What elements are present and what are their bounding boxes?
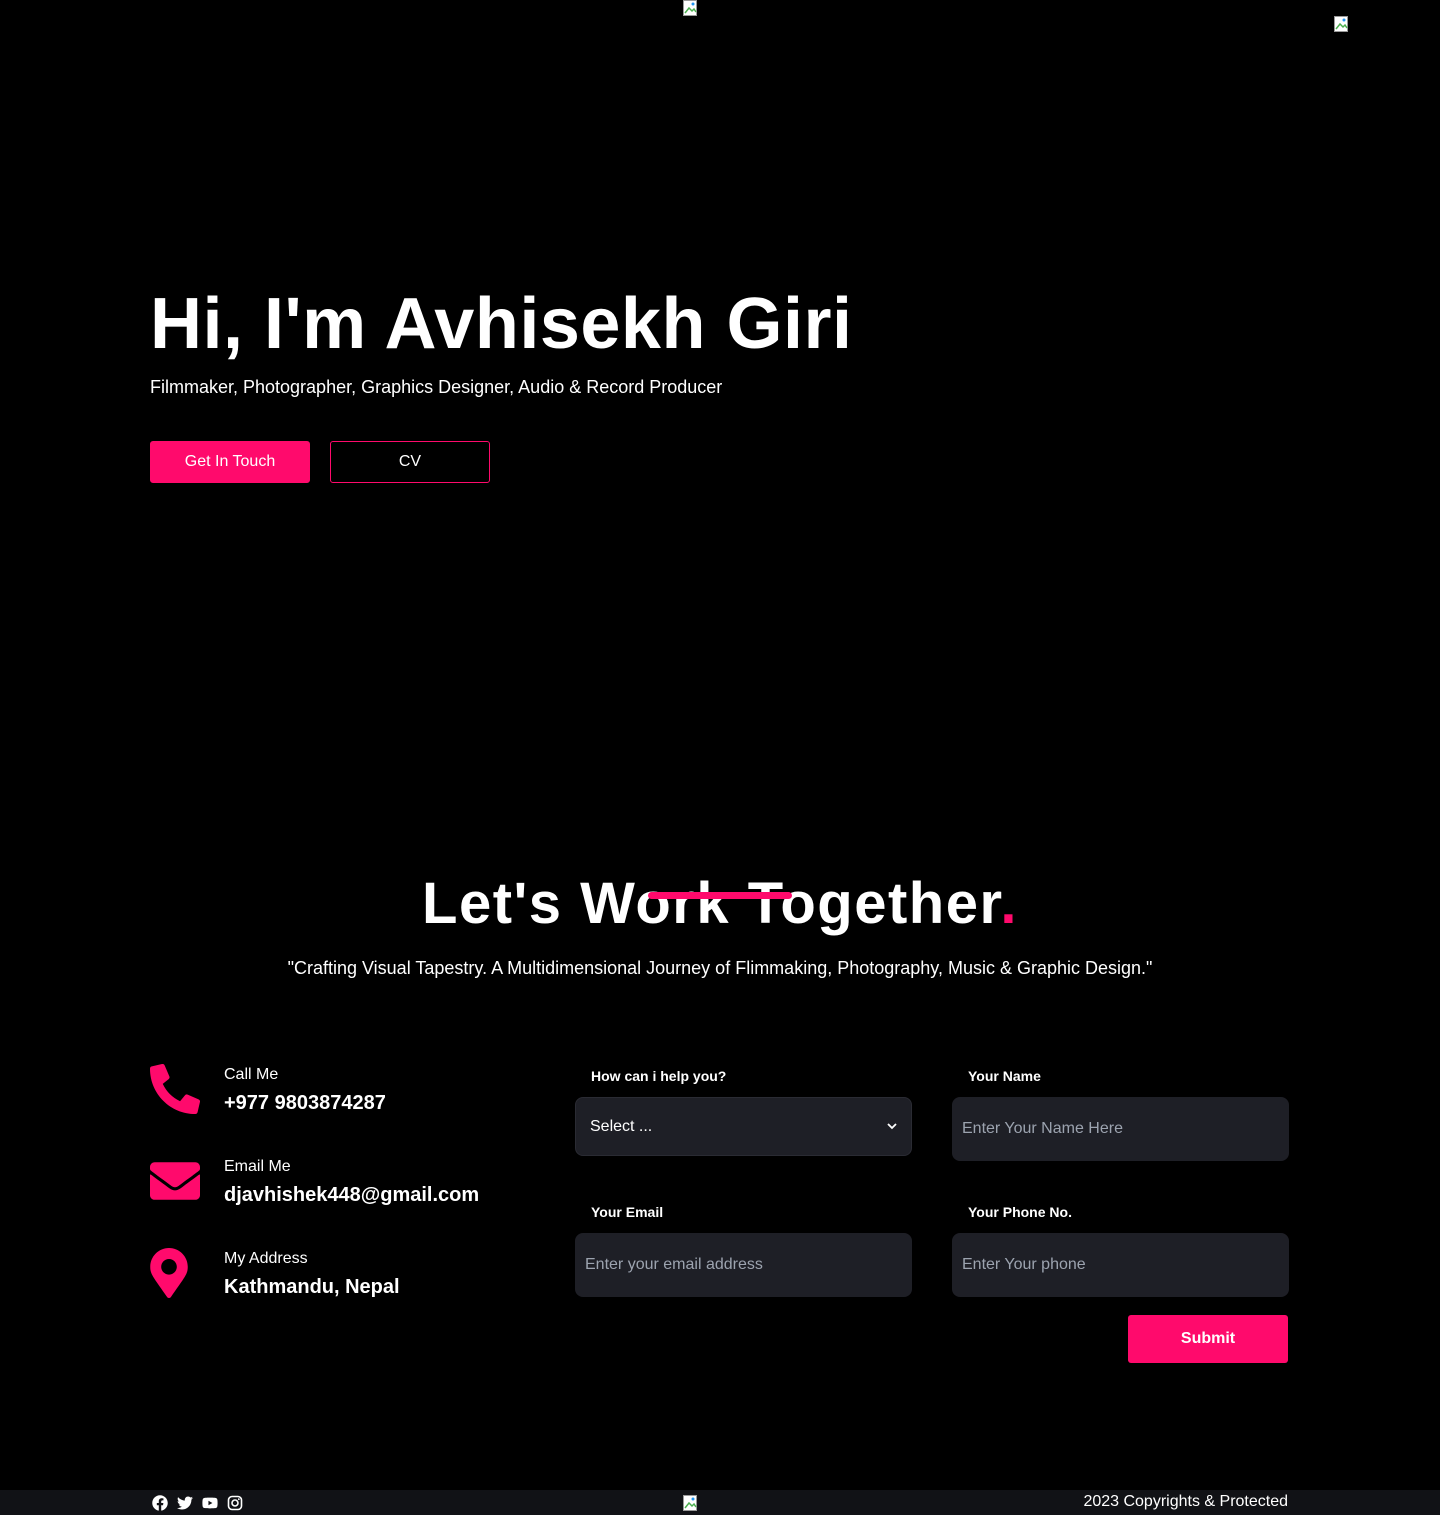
hero-title: Hi, I'm Avhisekh Giri [150, 284, 853, 364]
envelope-icon [150, 1154, 224, 1246]
get-in-touch-button[interactable]: Get In Touch [150, 441, 310, 483]
cv-button[interactable]: CV [330, 441, 490, 483]
help-field: How can i help you? Select ... [575, 1068, 912, 1156]
phone-label: Your Phone No. [968, 1204, 1072, 1220]
phone-input[interactable] [952, 1233, 1289, 1297]
email-input[interactable] [575, 1233, 912, 1297]
address-label: My Address [224, 1250, 308, 1267]
email-me-label: Email Me [224, 1158, 291, 1175]
email-field: Your Email [575, 1204, 912, 1297]
chevron-down-icon [887, 1118, 897, 1136]
work-tagline: "Crafting Visual Tapestry. A Multidimens… [287, 958, 1153, 978]
phone-field: Your Phone No. [952, 1204, 1289, 1297]
contact-address-row: My Address Kathmandu, Nepal [150, 1246, 530, 1338]
hero-roles: Filmmaker, Photographer, Graphics Design… [150, 377, 723, 397]
twitter-icon[interactable] [177, 1495, 193, 1511]
menu-toggle-image[interactable] [1334, 16, 1350, 32]
hero-buttons: Get In Touch CV [150, 441, 1050, 483]
name-label: Your Name [968, 1068, 1041, 1084]
copyright-text: 2023 Copyrights & Protected [1083, 1493, 1288, 1510]
work-together-title: Let's Work Together. [0, 868, 1440, 940]
submit-button[interactable]: Submit [1128, 1315, 1288, 1363]
address-value: Kathmandu, Nepal [224, 1276, 400, 1298]
contact-info: Call Me +977 9803874287 Email Me djavhis… [150, 1062, 530, 1338]
hero-section: Hi, I'm Avhisekh Giri Filmmaker, Photogr… [150, 283, 1050, 483]
contact-phone-row: Call Me +977 9803874287 [150, 1062, 530, 1154]
work-together-title-text: Let's Work Together [422, 871, 1001, 936]
help-select[interactable]: Select ... [575, 1097, 912, 1156]
name-input[interactable] [952, 1097, 1289, 1161]
title-accent-bar [648, 892, 792, 899]
name-field: Your Name [952, 1068, 1289, 1161]
map-pin-icon [150, 1246, 224, 1338]
email-address[interactable]: djavhishek448@gmail.com [224, 1184, 479, 1207]
phone-number[interactable]: +977 9803874287 [224, 1092, 386, 1115]
call-me-label: Call Me [224, 1066, 279, 1083]
instagram-icon[interactable] [227, 1495, 243, 1511]
title-dot: . [1000, 871, 1018, 936]
footer: 2023 Copyrights & Protected [0, 1490, 1440, 1515]
phone-icon [150, 1062, 224, 1154]
social-links [152, 1495, 243, 1511]
contact-email-row: Email Me djavhishek448@gmail.com [150, 1154, 530, 1246]
email-label: Your Email [591, 1204, 664, 1220]
help-label: How can i help you? [591, 1068, 727, 1084]
help-select-value: Select ... [590, 1117, 653, 1135]
facebook-icon[interactable] [152, 1495, 168, 1511]
youtube-icon[interactable] [202, 1495, 218, 1511]
footer-logo[interactable] [683, 1495, 699, 1511]
site-logo[interactable] [683, 0, 699, 16]
